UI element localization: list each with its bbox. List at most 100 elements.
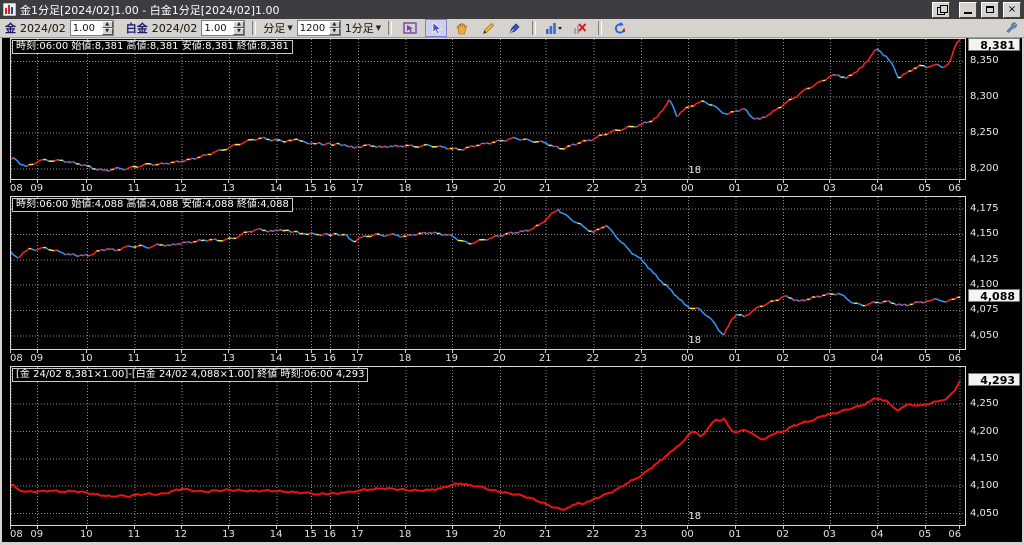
platinum-price-axis: 4,088 4,1754,1504,1254,1004,0754,050 [968,196,1022,366]
x-axis-label: 19 [445,529,458,540]
chevron-down-icon: ▼ [376,24,381,32]
x-axis-label: 16 [323,183,336,194]
maximize-icon [986,6,994,13]
chart-type-menu-button[interactable] [543,19,565,37]
x-axis-label: 21 [539,183,552,194]
y-axis-label: 4,050 [970,508,999,519]
x-axis-label: 22 [587,353,600,364]
y-axis-label: 4,100 [970,480,999,491]
gold-ratio-spinner[interactable]: 1.00 ▲▼ [70,20,114,36]
x-axis-label: 17 [351,353,364,364]
chart-area: 時刻:06:00 始値:8,381 高値:8,381 安値:8,381 終値:8… [2,38,1022,542]
gold-current-price: 8,381 [968,38,1020,51]
y-axis-label: 8,300 [970,91,999,102]
x-axis-label: 14 [270,529,283,540]
close-button[interactable]: × [1003,2,1021,18]
x-axis-label: 11 [128,183,141,194]
x-axis-label: 18 [399,529,412,540]
x-axis-label: 10 [80,183,93,194]
spread-price-axis: 4,293 4,2504,2004,1504,1004,050 [968,366,1022,542]
chart-area-frame: 時刻:06:00 始値:8,381 高値:8,381 安値:8,381 終値:8… [0,38,1024,545]
platinum-ratio-spinner[interactable]: 1.00 ▲▼ [201,20,245,36]
delete-chart-button[interactable] [569,19,591,37]
x-axis-label: 13 [222,353,235,364]
pointer-tool-button[interactable] [425,19,447,37]
settings-button[interactable] [1005,21,1018,37]
x-axis-label: 04 [871,183,884,194]
gold-ratio-value[interactable]: 1.00 [71,21,102,35]
gold-ratio-up-arrow[interactable]: ▲ [102,21,113,28]
x-axis-label: 08 [10,529,23,540]
chevron-down-icon: ▼ [287,24,292,32]
platinum-label: 白金 [126,20,148,36]
x-axis-label: 06 [948,529,961,540]
pencil-tool-button[interactable] [477,19,499,37]
chart-frame-select-button[interactable] [399,19,421,37]
x-axis-label: 11 [128,353,141,364]
minimize-icon [964,12,972,14]
x-axis-label: 04 [871,529,884,540]
x-axis-label: 19 [445,183,458,194]
minimize-button[interactable] [959,2,977,18]
interval-dropdown[interactable]: 1分足 ▼ [345,20,381,36]
platinum-ratio-value[interactable]: 1.00 [202,21,233,35]
bar-count-up-arrow[interactable]: ▲ [329,21,340,28]
y-axis-label: 8,350 [970,55,999,66]
y-axis-label: 4,150 [970,453,999,464]
platinum-current-price: 4,088 [968,289,1020,302]
y-axis-label: 8,200 [970,163,999,174]
gold-price-axis: 8,381 8,3508,3008,2508,200 [968,38,1022,196]
spread-chart-panel: [金 24/02 8,381×1.00]-[白金 24/02 4,088×1.0… [2,366,1022,542]
spread-current-price: 4,293 [968,373,1020,386]
x-axis-label: 20 [493,353,506,364]
chart-application-window: 金1分足[2024/02]1.00 - 白金1分足[2024/02]1.00 ×… [0,0,1024,545]
bar-count-value[interactable]: 1200 [298,21,329,35]
bar-chart-menu-icon [545,22,563,35]
y-axis-label: 4,125 [970,254,999,265]
x-axis-label: 20 [493,529,506,540]
y-axis-label: 4,175 [970,203,999,214]
gold-contract-month: 2024/02 [20,22,66,35]
y-axis-label: 4,200 [970,426,999,437]
x-axis-label: 10 [80,529,93,540]
candlestick-chart-icon [3,3,16,16]
chart-frame-select-icon [403,22,418,35]
refresh-button[interactable] [609,19,631,37]
platinum-ratio-down-arrow[interactable]: ▼ [233,28,244,35]
pen-icon [508,22,521,35]
x-axis-label: 00 [681,183,694,194]
x-axis-label: 16 [323,353,336,364]
maximize-button[interactable] [981,2,999,18]
x-axis-label: 09 [30,353,43,364]
platinum-ratio-up-arrow[interactable]: ▲ [233,21,244,28]
x-axis-label: 18 [399,353,412,364]
toolbar-separator [388,21,392,35]
pan-tool-button[interactable] [451,19,473,37]
gold-info-line: 時刻:06:00 始値:8,381 高値:8,381 安値:8,381 終値:8… [12,40,293,54]
date-marker: 18 [688,165,701,176]
bar-type-label: 分足 [263,20,285,36]
x-axis-label: 00 [681,353,694,364]
bar-count-spinner[interactable]: 1200 ▲▼ [297,20,341,36]
y-axis-label: 4,150 [970,228,999,239]
x-axis-label: 03 [823,529,836,540]
pen-tool-button[interactable] [503,19,525,37]
gold-plot[interactable]: 時刻:06:00 始値:8,381 高値:8,381 安値:8,381 終値:8… [10,38,966,180]
gold-ratio-down-arrow[interactable]: ▼ [102,28,113,35]
bar-type-dropdown[interactable]: 分足 ▼ [263,20,292,36]
y-axis-label: 4,075 [970,304,999,315]
pan-hand-icon [455,22,469,35]
x-axis-label: 03 [823,353,836,364]
restore-windows-button[interactable] [932,2,950,18]
x-axis-label: 01 [729,183,742,194]
x-axis-label: 21 [539,353,552,364]
spread-plot[interactable]: [金 24/02 8,381×1.00]-[白金 24/02 4,088×1.0… [10,366,966,526]
x-axis-label: 06 [948,353,961,364]
x-axis-label: 23 [634,529,647,540]
x-axis-label: 15 [304,353,317,364]
x-axis-label: 08 [10,183,23,194]
bar-count-down-arrow[interactable]: ▼ [329,28,340,35]
delete-chart-icon [573,22,587,35]
platinum-plot[interactable]: 時刻:06:00 始値:4,088 高値:4,088 安値:4,088 終値:4… [10,196,966,350]
x-axis-label: 04 [871,353,884,364]
